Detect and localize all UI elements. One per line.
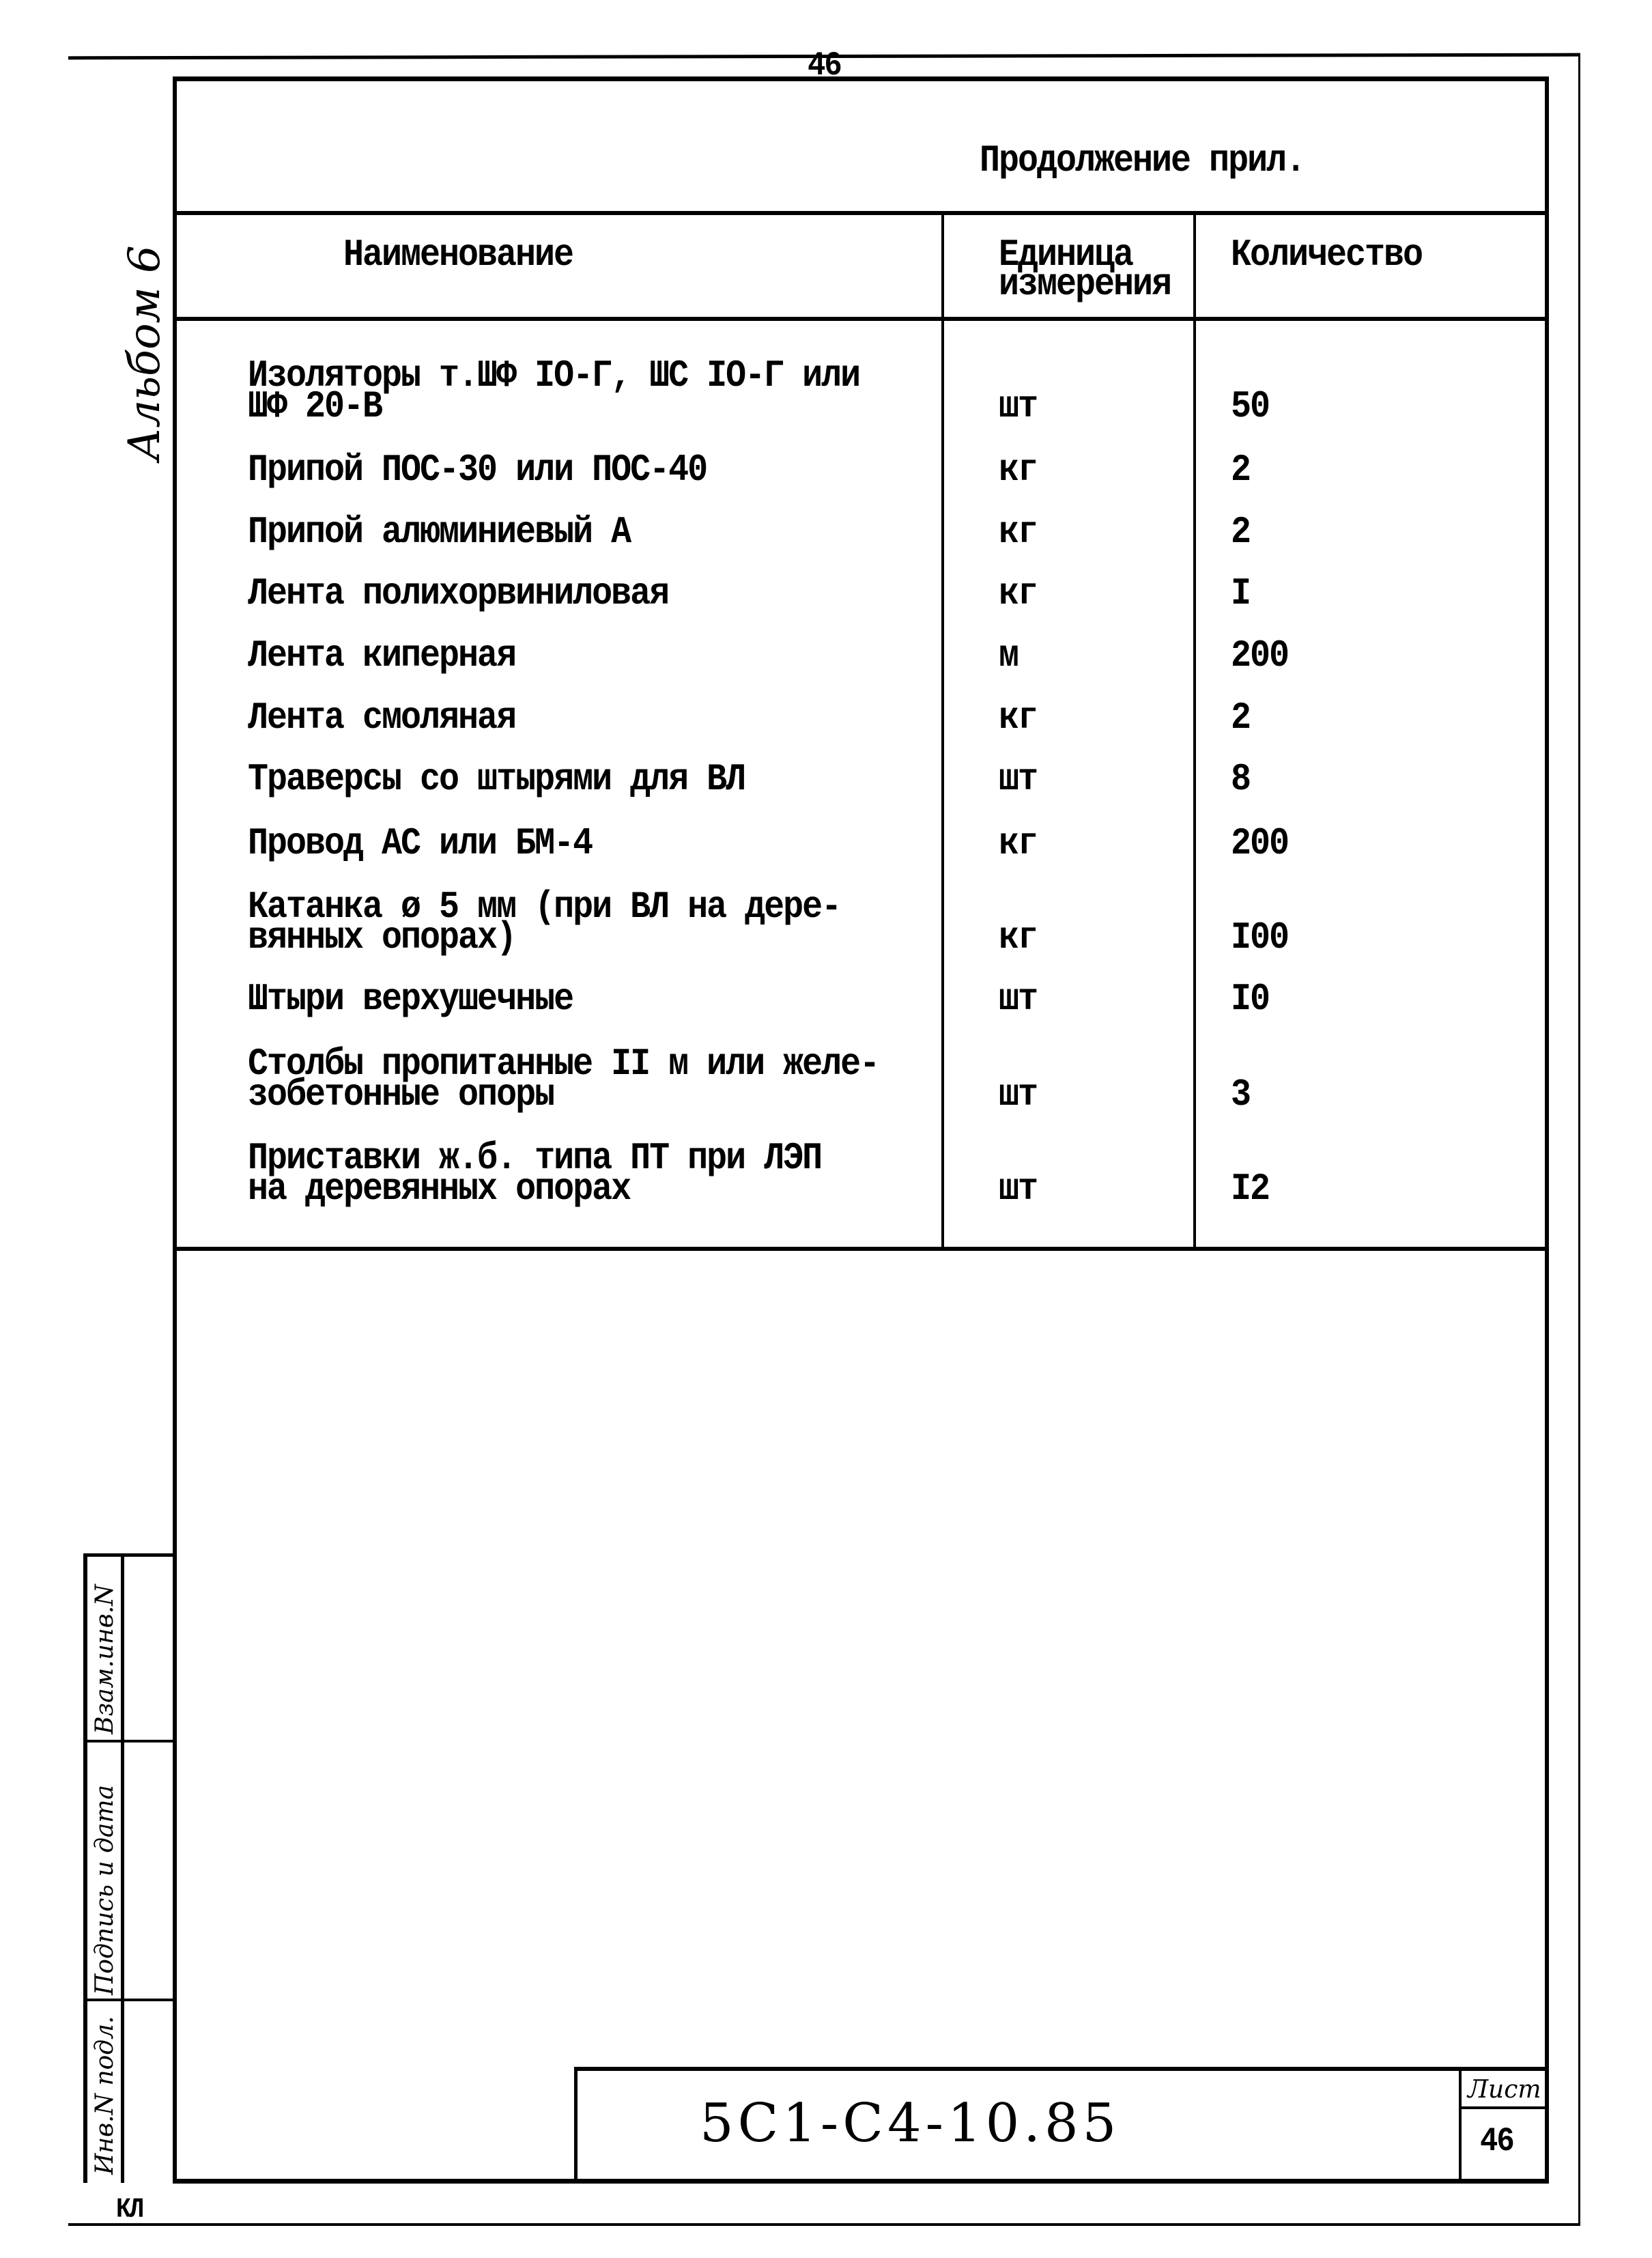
bottom-left-mark: КЛ <box>116 2194 144 2226</box>
table-body-bottom <box>175 1247 1548 1251</box>
column-header-quantity: Количество <box>1231 234 1423 277</box>
row-unit: кг <box>999 822 1038 866</box>
album-label: Альбом 6 <box>119 245 170 461</box>
stamp-top <box>83 1553 175 1557</box>
frame-right <box>1545 76 1549 2184</box>
sheet-label-divider <box>1460 2106 1548 2109</box>
column-divider-quantity <box>1193 213 1196 1251</box>
row-name-line: Припой ПОС-30 или ПОС-40 <box>248 449 708 492</box>
header-divider <box>175 211 1548 215</box>
row-quantity: 50 <box>1231 385 1270 429</box>
row-unit: кг <box>999 449 1038 492</box>
outer-bottom-line <box>68 2223 1580 2226</box>
frame-left <box>173 76 177 2184</box>
row-quantity: I00 <box>1231 916 1290 960</box>
row-unit: кг <box>999 916 1038 960</box>
row-quantity: 2 <box>1231 696 1251 740</box>
stamp-inner-divider <box>121 1555 124 2183</box>
row-quantity: 8 <box>1231 758 1251 802</box>
row-name-line: вянных опорах) <box>248 916 517 960</box>
document-code: 5С1-С4-10.85 <box>700 2093 1121 2154</box>
row-quantity: 200 <box>1231 634 1290 678</box>
frame-bottom <box>173 2179 1549 2184</box>
column-header-name: Наименование <box>343 234 574 277</box>
row-quantity: 3 <box>1231 1073 1251 1117</box>
row-name-line: Траверсы со штырями для ВЛ <box>248 758 746 802</box>
row-unit: шт <box>999 1073 1038 1117</box>
row-name-line: Лента полихорвиниловая <box>248 572 670 616</box>
row-name-line: Штыри верхушечные <box>248 978 574 1021</box>
row-name-line: на деревянных опорах <box>248 1168 631 1211</box>
column-header-unit-line2: измерения <box>999 263 1172 307</box>
row-quantity: I2 <box>1231 1168 1270 1211</box>
outer-right-line <box>1578 53 1580 2226</box>
column-header-divider <box>175 317 1548 321</box>
row-quantity: 2 <box>1231 449 1251 492</box>
row-name-line: Лента смоляная <box>248 696 517 740</box>
stamp-divider-1 <box>83 1740 175 1742</box>
sheet-number: 46 <box>1480 2122 1515 2161</box>
sheet-label: Лист <box>1468 2076 1541 2104</box>
row-quantity: I <box>1231 572 1251 616</box>
continuation-title: Продолжение прил. <box>980 139 1306 183</box>
row-unit: кг <box>999 572 1038 616</box>
row-name-line: Лента киперная <box>248 634 517 678</box>
row-unit: шт <box>999 385 1038 429</box>
row-unit: м <box>999 634 1019 678</box>
row-unit: шт <box>999 758 1038 802</box>
row-unit: кг <box>999 696 1038 740</box>
row-quantity: 2 <box>1231 511 1251 554</box>
row-quantity: I0 <box>1231 978 1270 1021</box>
row-name-line: Провод АС или БМ-4 <box>248 822 593 866</box>
row-unit: шт <box>999 1168 1038 1211</box>
row-name-line: зобетонные опоры <box>248 1073 555 1117</box>
stamp-divider-2 <box>83 1999 175 2001</box>
row-unit: кг <box>999 511 1038 554</box>
stamp-outer-left <box>83 1555 87 2183</box>
sheet-cell-divider <box>1459 2069 1462 2180</box>
row-name-line: ШФ 20-В <box>248 385 383 429</box>
stamp-label-signature-date: Подпись и дата <box>91 1785 119 1995</box>
column-divider-unit <box>941 213 944 1251</box>
frame-top <box>175 76 1549 81</box>
stamp-label-replacement-inventory: Взам.инв.N <box>91 1584 119 1734</box>
stamp-label-original-inventory: Инв.N подл. <box>91 2016 119 2175</box>
row-unit: шт <box>999 978 1038 1021</box>
row-name-line: Припой алюминиевый А <box>248 511 631 554</box>
title-block-left <box>574 2067 578 2182</box>
title-block-top <box>575 2067 1548 2071</box>
row-quantity: 200 <box>1231 822 1290 866</box>
